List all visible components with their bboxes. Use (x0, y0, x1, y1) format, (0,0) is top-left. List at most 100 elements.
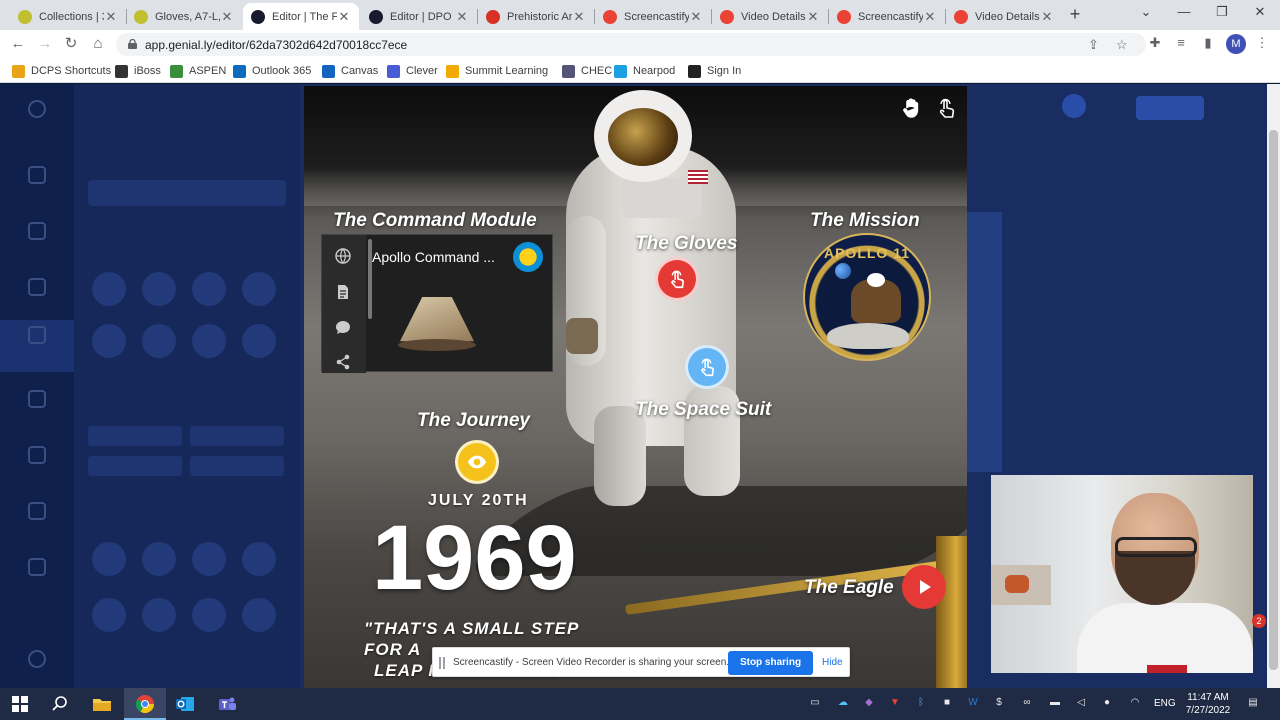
text-tool[interactable] (0, 160, 74, 212)
panel-button[interactable] (190, 456, 284, 476)
browser-tab[interactable]: Editor | DPO C✕ (361, 3, 477, 30)
browser-tab[interactable]: Screencastify ✕ (595, 3, 711, 30)
panel-element[interactable] (192, 598, 226, 632)
panel-search-input[interactable] (88, 180, 286, 206)
panel-element[interactable] (242, 272, 276, 306)
globe-icon[interactable] (334, 247, 352, 265)
screencastify-tray-icon[interactable]: ▼ (886, 697, 904, 708)
webcam-overlay[interactable] (991, 475, 1253, 673)
panel-element[interactable] (92, 324, 126, 358)
smartblocks-tool[interactable] (0, 384, 74, 436)
browser-tab[interactable]: Video Details ✕ (946, 3, 1062, 30)
tab-close-icon[interactable]: ✕ (337, 9, 351, 25)
scrollbar-thumb[interactable] (1269, 130, 1278, 670)
link-icon[interactable]: ∞ (1018, 697, 1036, 708)
bookmark-item[interactable]: Summit Learning (446, 64, 548, 78)
insert-tool[interactable] (0, 440, 74, 492)
panel-element[interactable] (142, 598, 176, 632)
bookmark-star-icon[interactable]: ☆ (1116, 37, 1128, 53)
notification-count-badge[interactable]: 2 (1252, 614, 1266, 628)
forward-button[interactable]: → (36, 35, 54, 53)
browser-tab[interactable]: Video Details ✕ (712, 3, 828, 30)
panel-element[interactable] (242, 542, 276, 576)
onedrive-icon[interactable]: ☁ (834, 697, 852, 708)
bookmark-item[interactable]: ASPEN (170, 64, 226, 78)
panel-element[interactable] (192, 272, 226, 306)
input-language[interactable]: ENG (1154, 698, 1176, 709)
tab-close-icon[interactable]: ✕ (806, 9, 820, 25)
browser-tab[interactable]: Collections | 3 ✕ (10, 3, 126, 30)
tab-close-icon[interactable]: ✕ (923, 9, 937, 25)
panel-button[interactable] (88, 426, 182, 446)
close-window-button[interactable]: ✕ (1250, 4, 1270, 20)
pages-tool[interactable] (0, 552, 74, 604)
panel-element[interactable] (92, 272, 126, 306)
chrome-icon[interactable] (135, 694, 155, 714)
bookmark-item[interactable]: Canvas (322, 64, 378, 78)
new-tab-button[interactable]: + (1066, 5, 1084, 23)
volume-icon[interactable]: ◁ (1072, 697, 1090, 708)
stop-sharing-button[interactable]: Stop sharing (728, 651, 813, 675)
clock[interactable]: 11:47 AM 7/27/2022 (1180, 691, 1236, 717)
tray-app-icon[interactable]: $ (990, 697, 1008, 708)
hand-pan-icon[interactable] (900, 96, 924, 120)
bookmark-item[interactable]: Nearpod (614, 64, 675, 78)
battery-icon[interactable]: ▬ (1046, 697, 1064, 708)
profile-avatar[interactable]: M (1226, 34, 1246, 54)
extensions-puzzle-icon[interactable]: ✚ (1146, 35, 1164, 51)
command-module-embed[interactable]: Apollo Command ... (321, 234, 553, 373)
panel-element[interactable] (92, 598, 126, 632)
drag-handle-icon[interactable] (439, 657, 445, 669)
gloves-hotspot-button[interactable] (655, 257, 699, 301)
teams-icon[interactable] (217, 694, 237, 714)
interactive-elements-tool[interactable] (0, 320, 74, 372)
share-page-icon[interactable]: ⇪ (1088, 37, 1099, 53)
image-tool[interactable] (0, 216, 74, 268)
maximize-button[interactable]: ❐ (1212, 4, 1232, 20)
tab-close-icon[interactable]: ✕ (1040, 9, 1054, 25)
outlook-icon[interactable] (175, 694, 195, 714)
tab-search-chevron-icon[interactable]: ⌄ (1136, 4, 1156, 20)
bookmark-item[interactable]: CHEC (562, 64, 612, 78)
hide-link[interactable]: Hide (822, 657, 843, 668)
panel-element[interactable] (142, 272, 176, 306)
address-bar[interactable]: app.genial.ly/editor/62da7302d642d70018c… (116, 33, 1146, 56)
apollo-11-mission-badge[interactable]: APOLLO 11 (803, 233, 931, 361)
search-icon[interactable] (50, 694, 70, 714)
bookmark-item[interactable]: Sign In (688, 64, 741, 78)
security-icon[interactable]: ■ (938, 697, 956, 708)
panel-element[interactable] (192, 324, 226, 358)
tray-app-icon[interactable]: ▭ (806, 697, 824, 708)
document-icon[interactable] (334, 283, 352, 301)
tab-close-icon[interactable]: ✕ (220, 9, 234, 25)
side-panel-icon[interactable]: ▮ (1199, 35, 1217, 51)
share-icon[interactable] (334, 353, 352, 371)
panel-element[interactable] (142, 324, 176, 358)
eagle-play-button[interactable] (902, 565, 946, 609)
browser-tab[interactable]: Gloves, A7-L, I ✕ (126, 3, 242, 30)
tab-close-icon[interactable]: ✕ (572, 9, 586, 25)
panel-button[interactable] (88, 456, 182, 476)
panel-element[interactable] (192, 542, 226, 576)
home-button[interactable]: ⌂ (89, 35, 107, 53)
resources-tool[interactable] (0, 272, 74, 324)
bookmark-item[interactable]: Outlook 365 (233, 64, 311, 78)
tab-close-icon[interactable]: ✕ (689, 9, 703, 25)
panel-element[interactable] (242, 598, 276, 632)
file-explorer-icon[interactable] (92, 694, 112, 714)
browser-tab[interactable]: Prehistoric Ar ✕ (478, 3, 594, 30)
back-button[interactable]: ← (9, 35, 27, 53)
microphone-icon[interactable]: ● (1098, 697, 1116, 708)
panel-element[interactable] (142, 542, 176, 576)
bookmark-item[interactable]: Clever (387, 64, 438, 78)
tab-close-icon[interactable]: ✕ (455, 9, 469, 25)
menu-kebab-icon[interactable]: ⋮ (1253, 35, 1271, 51)
journey-hotspot-button[interactable] (455, 440, 499, 484)
browser-tab[interactable]: Screencastify ✕ (829, 3, 945, 30)
windows-start-icon[interactable] (10, 694, 30, 714)
minimize-button[interactable]: — (1174, 4, 1194, 19)
bookmark-item[interactable]: DCPS Shortcuts (12, 64, 111, 78)
background-tool[interactable] (0, 496, 74, 548)
bluetooth-icon[interactable]: ᛒ (912, 697, 930, 708)
notifications-icon[interactable]: ▤ (1244, 697, 1262, 708)
